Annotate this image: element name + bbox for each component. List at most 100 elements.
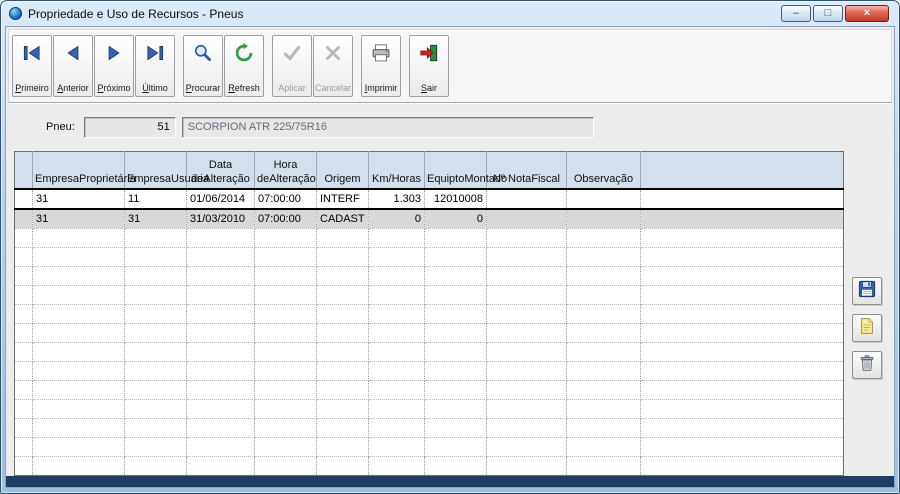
toolbar-button-label: Aplicar	[278, 83, 306, 93]
window-title: Propriedade e Uso de Recursos - Pneus	[28, 6, 244, 21]
cell	[254, 456, 317, 476]
cell	[486, 361, 567, 381]
toolbar-button-label: Procurar	[185, 83, 221, 93]
cell[interactable]: INTERF	[316, 187, 369, 210]
cell	[124, 304, 187, 324]
cell	[486, 247, 567, 267]
print-button[interactable]: Imprimir	[361, 35, 401, 97]
col-header-origem[interactable]: Origem	[316, 151, 369, 189]
cell	[566, 323, 641, 343]
cell[interactable]: 0	[368, 208, 425, 229]
table-row-empty	[14, 380, 844, 400]
cell[interactable]: 31	[124, 208, 187, 229]
cell	[368, 456, 425, 476]
cell	[186, 228, 255, 248]
previous-record-button[interactable]: Anterior	[53, 35, 93, 97]
last-record-button[interactable]: Último	[135, 35, 175, 97]
table-row[interactable]: 31 11 01/06/2014 07:00:00 INTERF 1.303 1201000…	[14, 187, 844, 210]
cell	[424, 361, 487, 381]
cell[interactable]	[640, 208, 844, 229]
cell[interactable]	[566, 208, 641, 229]
cell	[640, 228, 844, 248]
cell	[32, 418, 125, 438]
cell	[424, 437, 487, 457]
cell	[640, 266, 844, 286]
col-header-hora-alteracao[interactable]: Hora deAlteração	[254, 151, 317, 189]
cell[interactable]: 31	[32, 208, 125, 229]
cell	[124, 437, 187, 457]
minimize-button[interactable]: –	[781, 5, 811, 22]
cell[interactable]	[566, 187, 641, 210]
cell	[32, 285, 125, 305]
toolbar-button-label: Último	[142, 83, 168, 93]
apply-button[interactable]: Aplicar	[272, 35, 312, 97]
app-window: Propriedade e Uso de Recursos - Pneus – …	[0, 0, 900, 494]
cell[interactable]: 31	[32, 187, 125, 210]
col-header-empresa-usuaria[interactable]: EmpresaUsuária	[124, 151, 209, 189]
cell	[566, 285, 641, 305]
row-selector-header	[14, 151, 33, 189]
table-row[interactable]: 31 31 31/03/2010 07:00:00 CADAST 0 0	[14, 208, 844, 229]
cell	[186, 247, 255, 267]
cell[interactable]: 1.303	[368, 187, 425, 210]
save-button[interactable]	[852, 277, 882, 305]
delete-button[interactable]	[852, 351, 882, 379]
col-header-observacao[interactable]: Observação	[566, 151, 641, 189]
col-header-data-alteracao[interactable]: Data deAlteração	[186, 151, 255, 189]
cell	[32, 399, 125, 419]
pneu-description-field[interactable]	[181, 116, 594, 138]
col-header-equipto-montado[interactable]: EquiptoMontado	[424, 151, 507, 189]
cell[interactable]: CADAST	[316, 208, 369, 229]
cell	[14, 361, 33, 381]
cell	[424, 247, 487, 267]
cell[interactable]	[486, 208, 567, 229]
title-bar[interactable]: Propriedade e Uso de Recursos - Pneus	[5, 1, 895, 26]
cell	[186, 437, 255, 457]
exit-button[interactable]: Sair	[409, 35, 449, 97]
cell	[486, 342, 567, 362]
cell[interactable]: 31/03/2010	[186, 208, 255, 229]
cell	[124, 266, 187, 286]
toolbar-button-label: Sair	[420, 83, 438, 93]
cell	[566, 361, 641, 381]
cell[interactable]: 07:00:00	[254, 187, 317, 210]
toolbar-button-label: Cancelar	[314, 83, 352, 93]
cell	[14, 228, 33, 248]
refresh-button[interactable]: Refresh	[224, 35, 264, 97]
cell[interactable]: 12010008	[424, 187, 487, 210]
cell	[486, 304, 567, 324]
cell[interactable]	[486, 187, 567, 210]
pneu-code-field[interactable]	[83, 116, 176, 138]
cell	[254, 342, 317, 362]
cell	[186, 399, 255, 419]
cell[interactable]: 11	[124, 187, 187, 210]
cell	[254, 380, 317, 400]
cell	[424, 304, 487, 324]
table-header-row: EmpresaProprietária EmpresaUsuária Data …	[14, 151, 844, 189]
close-button[interactable]: ×	[845, 5, 889, 22]
exit-icon	[418, 42, 440, 69]
cell[interactable]: 0	[424, 208, 487, 229]
cell[interactable]	[14, 208, 33, 229]
table-row-empty	[14, 437, 844, 457]
col-header-km-horas[interactable]: Km/Horas	[368, 151, 425, 189]
records-table: EmpresaProprietária EmpresaUsuária Data …	[14, 151, 844, 476]
cell[interactable]: 01/06/2014	[186, 187, 255, 210]
cell	[254, 304, 317, 324]
cell[interactable]: 07:00:00	[254, 208, 317, 229]
cancel-button[interactable]: Cancelar	[313, 35, 353, 97]
cell	[14, 285, 33, 305]
col-header-empresa-proprietaria[interactable]: EmpresaProprietária	[32, 151, 136, 189]
next-record-button[interactable]: Próximo	[94, 35, 134, 97]
cell	[316, 323, 369, 343]
search-button[interactable]: Procurar	[183, 35, 223, 97]
maximize-button[interactable]: □	[813, 5, 843, 22]
first-record-button[interactable]: Primeiro	[12, 35, 52, 97]
new-record-button[interactable]	[852, 314, 882, 342]
table-row-empty	[14, 399, 844, 419]
cell	[424, 456, 487, 476]
cell[interactable]	[14, 187, 33, 210]
cell[interactable]	[640, 187, 844, 210]
col-header-nota-fiscal[interactable]: Nº NotaFiscal	[486, 151, 567, 189]
cell	[316, 266, 369, 286]
